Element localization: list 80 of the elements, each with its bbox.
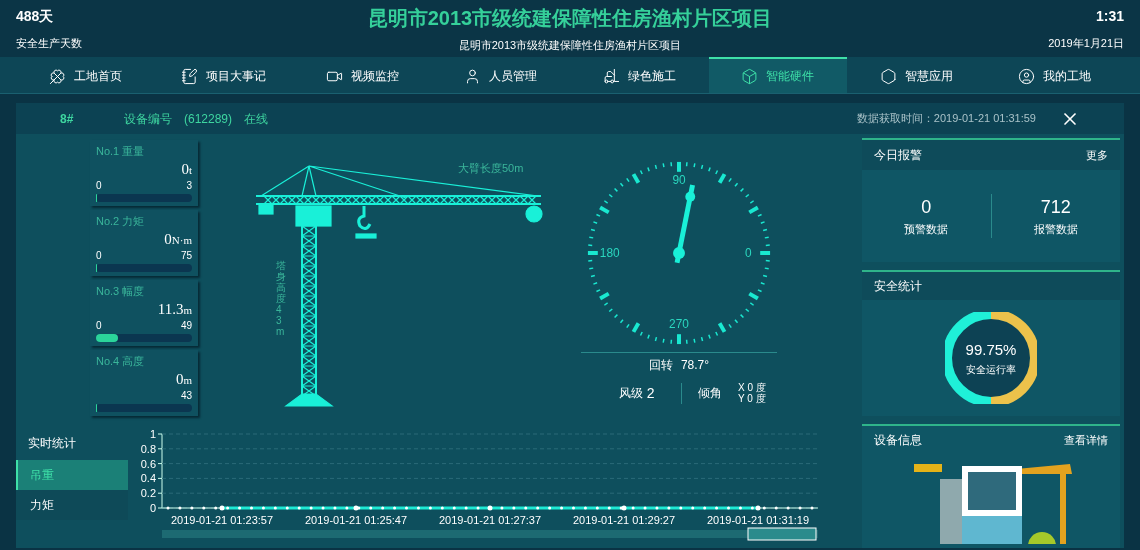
x-tick-label: 2019-01-21 01:23:57: [170, 514, 274, 526]
more-link[interactable]: 更多: [1086, 146, 1108, 164]
wind-label: 风级: [618, 385, 643, 402]
safety-rate: 99.75%: [965, 340, 1017, 361]
data-point: [219, 505, 225, 511]
jib-length-label: 大臂长度50m: [458, 161, 524, 176]
metric-value: 0N·m: [164, 229, 192, 249]
device-status: 在线: [244, 110, 269, 128]
metric-value: 0t: [181, 159, 192, 179]
page-subtitle: 昆明市2013市级统建保障性住房渔村片区项目: [458, 38, 682, 54]
x-tick-label: 2019-01-21 01:29:27: [572, 514, 676, 526]
alarm-count: 0: [921, 196, 932, 220]
range-max: 49: [180, 318, 192, 332]
range-max: 43: [180, 388, 192, 402]
clock-time: 1:31: [1095, 6, 1124, 26]
rotation-value: 78.7°: [680, 357, 710, 374]
alarm-label: 报警数据: [1033, 222, 1078, 238]
alarm-label: 预警数据: [904, 222, 949, 238]
metric-value: 11.3m: [157, 299, 192, 319]
nav-icon: [1018, 67, 1036, 85]
nav-icon: [741, 67, 759, 85]
alarm-count: 712: [1040, 196, 1071, 220]
nav-tab[interactable]: 人员管理: [431, 57, 570, 93]
tower-height-label: 塔身高度43m: [276, 260, 286, 337]
metric-value: 0m: [175, 369, 192, 389]
stats-title: 实时统计: [27, 435, 77, 452]
nav-tab[interactable]: 视频监控: [293, 57, 432, 93]
nav-tab[interactable]: 工地首页: [16, 57, 155, 93]
stats-tab[interactable]: 力矩: [16, 490, 128, 520]
x-tick-label: 2019-01-21 01:25:47: [304, 514, 408, 526]
y-tick-label: 0.8: [140, 442, 156, 455]
device-id: (612289): [184, 110, 233, 128]
range-min: 0: [96, 318, 102, 332]
panel-title: 设备信息: [874, 432, 922, 449]
rotation-label: 回转: [648, 357, 673, 374]
nav-tab[interactable]: 项目大事记: [154, 57, 293, 93]
y-tick-label: 0.6: [140, 457, 156, 470]
page-title: 昆明市2013市级统建保障性住房渔村片区项目: [367, 6, 773, 32]
fetch-time: 数据获取时间：2019-01-21 01:31:59: [856, 111, 1036, 127]
metric-label: No.2 力矩: [96, 214, 146, 229]
nav-icon: [48, 67, 66, 85]
nav-icon: [602, 67, 620, 85]
range-max: 3: [186, 178, 192, 192]
dial-label: 90: [672, 172, 686, 187]
dial-label: 0: [745, 245, 752, 260]
device-id-label: 设备编号: [124, 110, 172, 128]
x-tick-label: 2019-01-21 01:31:19: [706, 514, 810, 526]
nav-icon: [181, 67, 199, 85]
details-link[interactable]: 查看详情: [1064, 431, 1108, 449]
dial-label: 180: [599, 245, 620, 260]
y-tick-label: 0: [149, 502, 156, 514]
tilt-label: 倾角: [698, 385, 723, 402]
metric-label: No.1 重量: [96, 144, 146, 159]
nav-tab[interactable]: 我的工地: [985, 57, 1124, 93]
dial-label: 270: [669, 317, 689, 332]
tilt-y-value: Y 0 度: [738, 393, 766, 404]
nav-tab[interactable]: 智能硬件: [708, 57, 847, 93]
metric-label: No.3 幅度: [96, 284, 146, 299]
nav-tab[interactable]: 智慧应用: [847, 57, 986, 93]
date-text: 2019年1月21日: [1048, 35, 1124, 51]
range-max: 75: [180, 248, 192, 262]
safe-days-count: 488天: [16, 6, 55, 26]
safety-rate-label: 安全运行率: [966, 362, 1016, 377]
wind-value: 2: [646, 383, 655, 403]
y-tick-label: 0.4: [140, 472, 156, 485]
nav-tab[interactable]: 绿色施工: [570, 57, 709, 93]
zoom-window[interactable]: [747, 527, 817, 541]
panel-title: 安全统计: [874, 278, 922, 295]
range-min: 0: [96, 178, 102, 192]
safe-days-label: 安全生产天数: [16, 35, 83, 51]
panel-title: 今日报警: [874, 147, 922, 164]
tilt-x-value: X 0 度: [738, 382, 766, 393]
y-tick-label: 1: [149, 428, 156, 440]
device-name: 8#: [60, 110, 75, 128]
metric-label: No.4 高度: [96, 354, 146, 369]
x-tick-label: 2019-01-21 01:27:37: [438, 514, 542, 526]
range-min: 0: [96, 248, 102, 262]
y-tick-label: 0.2: [140, 487, 156, 500]
nav-icon: [879, 67, 897, 85]
data-point: [755, 505, 761, 511]
